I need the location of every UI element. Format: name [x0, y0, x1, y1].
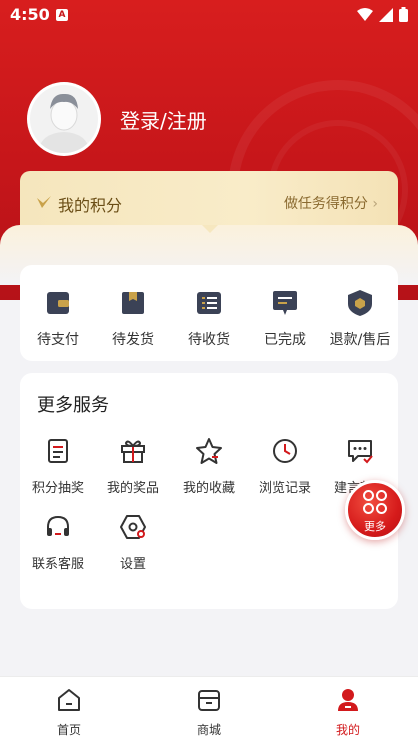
more-label: 更多	[364, 520, 386, 533]
earn-points-link[interactable]: 做任务得积分 ›	[284, 193, 378, 213]
bottom-tab-bar: 首页 商城 我的	[0, 676, 418, 744]
settings-icon	[120, 515, 146, 539]
order-label: 退款/售后	[329, 332, 391, 348]
more-floating-button[interactable]: 更多	[345, 480, 405, 540]
tab-label: 我的	[335, 723, 360, 737]
package-icon	[122, 292, 144, 314]
tab-label: 首页	[56, 723, 81, 737]
message-icon	[348, 440, 373, 464]
list-box-icon	[197, 292, 221, 314]
order-refund-aftersales[interactable]: 退款/售后	[322, 289, 398, 349]
chevron-right-icon: ›	[372, 196, 378, 212]
more-services-card: 更多服务 积分抽奖 我的奖品 我的收藏 浏览记录 联系客服 设置	[20, 373, 398, 609]
points-card-notch	[202, 225, 218, 233]
tab-mine[interactable]: 我的	[308, 687, 388, 738]
login-register-link[interactable]: 登录/注册	[120, 105, 207, 134]
order-label: 待发货	[112, 332, 154, 348]
notification-a-icon: A	[56, 9, 68, 21]
order-label: 已完成	[264, 332, 306, 348]
points-title: 我的积分	[58, 196, 123, 215]
default-avatar-icon	[30, 85, 98, 153]
wallet-icon	[47, 292, 69, 314]
orders-card: 待支付 待发货 待收货 已完成 退款/售后	[20, 265, 398, 361]
tab-label: 商城	[196, 723, 221, 737]
star-icon	[196, 438, 222, 464]
user-icon	[338, 689, 358, 711]
points-check-icon	[37, 196, 51, 208]
tab-home[interactable]: 首页	[29, 687, 109, 738]
grid-icon	[363, 490, 387, 514]
service-label: 设置	[119, 557, 146, 572]
service-browse-history[interactable]: 浏览记录	[247, 437, 323, 496]
order-pending-shipment[interactable]: 待发货	[95, 289, 171, 349]
earn-points-label: 做任务得积分	[283, 196, 368, 212]
service-label: 浏览记录	[258, 481, 311, 496]
chat-done-icon	[273, 291, 297, 315]
battery-icon	[399, 7, 408, 22]
avatar[interactable]	[27, 82, 101, 156]
order-pending-payment[interactable]: 待支付	[20, 289, 96, 349]
gift-icon	[121, 440, 145, 463]
order-completed[interactable]: 已完成	[247, 289, 323, 349]
tab-mall[interactable]: 商城	[169, 687, 249, 738]
wifi-icon	[357, 7, 373, 21]
status-bar: 4:50 A	[0, 0, 418, 30]
service-points-lottery[interactable]: 积分抽奖	[20, 437, 96, 496]
order-label: 待收货	[188, 332, 230, 348]
headset-icon	[47, 515, 69, 536]
shield-icon	[348, 290, 372, 316]
service-customer-support[interactable]: 联系客服	[20, 513, 96, 572]
service-my-prizes[interactable]: 我的奖品	[95, 437, 171, 496]
home-icon	[58, 689, 80, 711]
service-my-favorites[interactable]: 我的收藏	[171, 437, 247, 496]
order-label: 待支付	[37, 332, 79, 348]
service-label: 我的收藏	[182, 481, 235, 496]
points-card[interactable]: 我的积分 做任务得积分 ›	[20, 171, 398, 231]
services-title: 更多服务	[37, 395, 109, 416]
order-pending-receipt[interactable]: 待收货	[171, 289, 247, 349]
service-label: 我的奖品	[106, 481, 159, 496]
document-icon	[48, 439, 68, 463]
signal-icon	[379, 7, 393, 22]
service-label: 积分抽奖	[31, 481, 84, 496]
service-settings[interactable]: 设置	[95, 513, 171, 572]
clock-icon	[273, 439, 297, 463]
status-time: 4:50	[10, 5, 50, 24]
system-icons	[357, 7, 408, 22]
service-label: 联系客服	[31, 557, 84, 572]
store-icon	[198, 690, 220, 711]
